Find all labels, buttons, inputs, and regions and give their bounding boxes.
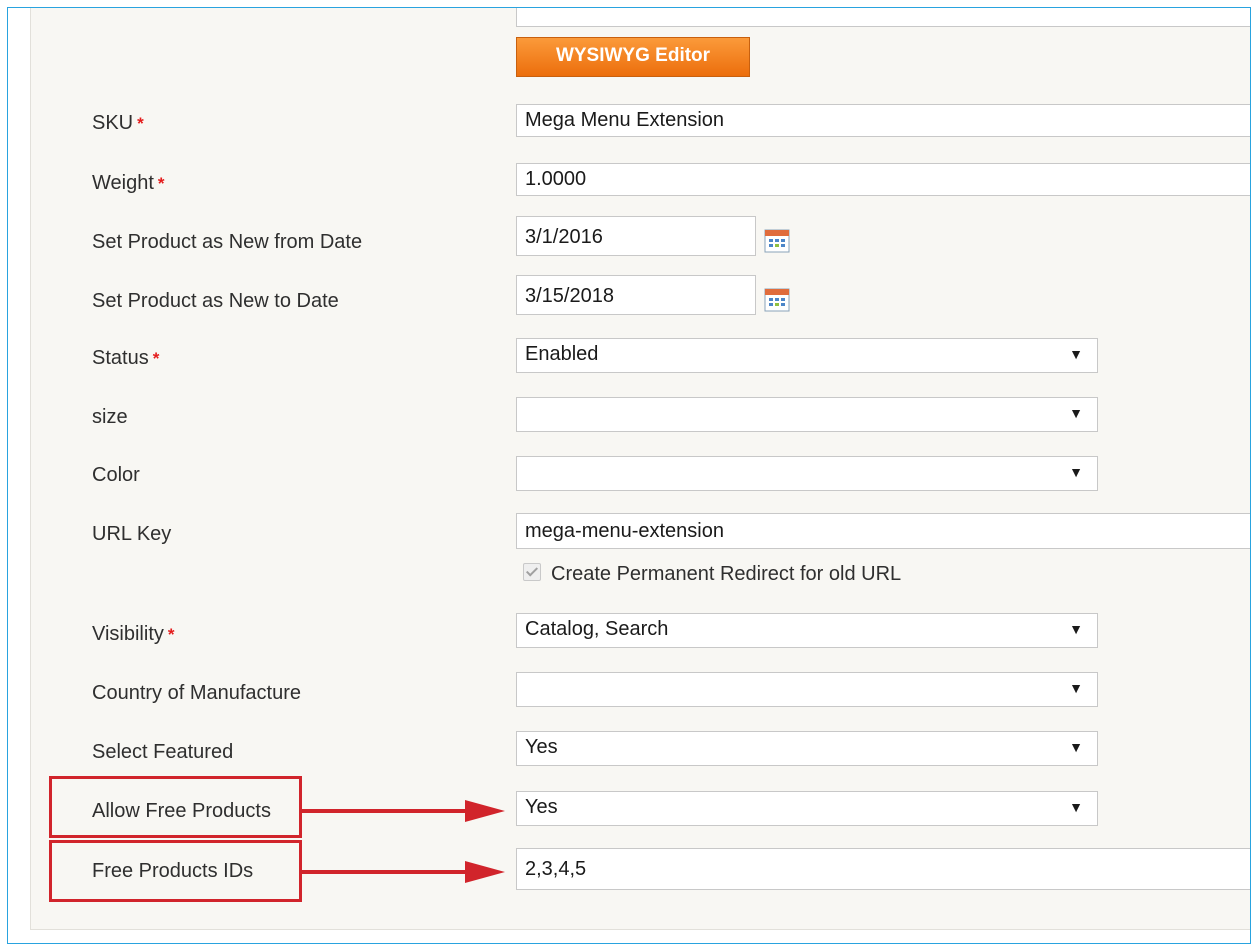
weight-label: Weight * [92,172,165,194]
chevron-down-icon: ▼ [1069,346,1083,362]
status-select[interactable]: Enabled ▼ [516,338,1098,373]
status-label: Status * [92,347,160,369]
calendar-icon[interactable] [764,229,790,253]
new-from-date-input[interactable]: 3/1/2016 [516,216,756,256]
required-marker: * [152,349,160,368]
chevron-down-icon: ▼ [1069,739,1083,755]
sku-input[interactable]: Mega Menu Extension [516,104,1250,137]
permanent-redirect-option: Create Permanent Redirect for old URL [523,563,901,586]
calendar-icon[interactable] [764,288,790,312]
weight-input[interactable]: 1.0000 [516,163,1250,196]
required-marker: * [137,114,144,133]
new-to-date-input[interactable]: 3/15/2018 [516,275,756,315]
highlight-box-allow-free-products [49,776,302,838]
highlight-box-free-products-ids [49,840,302,902]
chevron-down-icon: ▼ [1069,405,1083,421]
annotation-arrow-right-icon [301,861,505,883]
product-form-panel: WYSIWYG Editor SKU * Mega Menu Extension … [30,8,1250,930]
new-to-date-label: Set Product as New to Date [92,290,339,312]
chevron-down-icon: ▼ [1069,680,1083,696]
color-label: Color [92,464,140,486]
featured-select[interactable]: Yes ▼ [516,731,1098,766]
annotation-arrow-right-icon [301,800,505,822]
wysiwyg-editor-button[interactable]: WYSIWYG Editor [516,37,750,77]
chevron-down-icon: ▼ [1069,799,1083,815]
free-products-ids-input[interactable]: 2,3,4,5 [516,848,1250,890]
required-marker: * [157,174,165,193]
permanent-redirect-label: Create Permanent Redirect for old URL [551,563,902,585]
visibility-select[interactable]: Catalog, Search ▼ [516,613,1098,648]
allow-free-products-select[interactable]: Yes ▼ [516,791,1098,826]
color-select[interactable]: ▼ [516,456,1098,491]
country-select[interactable]: ▼ [516,672,1098,707]
country-label: Country of Manufacture [92,682,301,704]
sku-label: SKU * [92,112,144,134]
chevron-down-icon: ▼ [1069,464,1083,480]
permanent-redirect-checkbox[interactable] [523,563,541,581]
description-input[interactable] [516,8,1250,27]
screenshot-frame: WYSIWYG Editor SKU * Mega Menu Extension … [7,7,1251,944]
url-key-label: URL Key [92,523,172,545]
url-key-input[interactable]: mega-menu-extension [516,513,1250,549]
visibility-label: Visibility * [92,623,175,645]
size-select[interactable]: ▼ [516,397,1098,432]
featured-label: Select Featured [92,741,234,763]
new-from-date-label: Set Product as New from Date [92,231,363,253]
chevron-down-icon: ▼ [1069,621,1083,637]
size-label: size [92,406,128,428]
required-marker: * [167,625,175,644]
